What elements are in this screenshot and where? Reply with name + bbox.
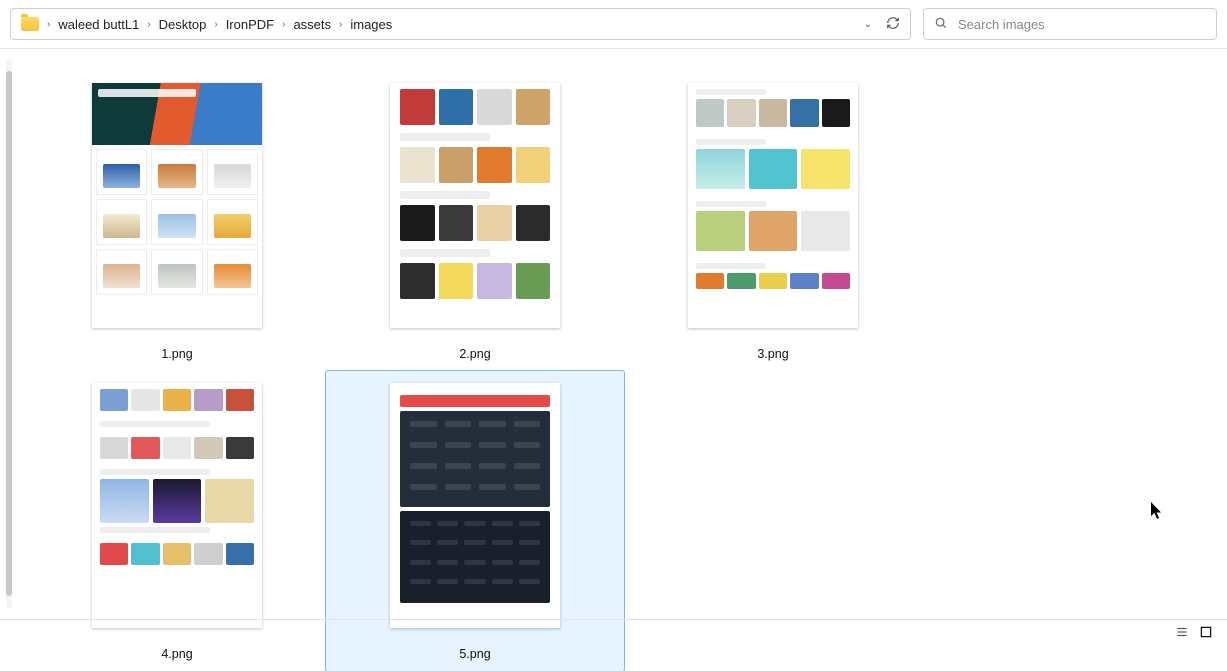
chevron-right-icon: › [282, 19, 285, 30]
chevron-right-icon: › [214, 19, 217, 30]
file-label: 2.png [459, 347, 490, 361]
refresh-button[interactable] [886, 16, 900, 33]
file-item-3[interactable]: 3.png [624, 71, 922, 371]
thumbnail [390, 83, 560, 328]
scrollbar[interactable] [6, 59, 12, 608]
file-label: 3.png [757, 347, 788, 361]
chevron-right-icon: › [339, 19, 342, 30]
breadcrumb-desktop[interactable]: Desktop [159, 17, 207, 32]
file-grid[interactable]: 1.png 2.png [12, 49, 1227, 618]
file-item-1[interactable]: 1.png [28, 71, 326, 371]
thumbnail [92, 383, 262, 628]
file-label: 4.png [161, 647, 192, 661]
file-label: 1.png [161, 347, 192, 361]
content-area: 1.png 2.png [0, 49, 1227, 618]
thumbnails-view-button[interactable] [1199, 625, 1213, 642]
chevron-right-icon: › [147, 19, 150, 30]
file-label: 5.png [459, 647, 490, 661]
thumbnail [688, 83, 858, 328]
breadcrumb-images[interactable]: images [350, 17, 392, 32]
search-icon [934, 16, 948, 33]
breadcrumb-assets[interactable]: assets [293, 17, 331, 32]
chevron-right-icon: › [47, 19, 50, 30]
thumbnail [390, 383, 560, 628]
chevron-down-icon[interactable]: ⌄ [864, 19, 872, 30]
breadcrumb-ironpdf[interactable]: IronPDF [226, 17, 274, 32]
thumbnail [92, 83, 262, 328]
search-input[interactable] [958, 17, 1206, 32]
status-bar [0, 619, 1227, 647]
breadcrumb-bar[interactable]: › waleed buttL1 › Desktop › IronPDF › as… [10, 8, 911, 40]
address-toolbar: › waleed buttL1 › Desktop › IronPDF › as… [0, 0, 1227, 49]
breadcrumb: waleed buttL1 › Desktop › IronPDF › asse… [58, 17, 855, 32]
breadcrumb-waleed[interactable]: waleed buttL1 [58, 17, 139, 32]
file-item-2[interactable]: 2.png [326, 71, 624, 371]
search-box[interactable] [923, 8, 1217, 40]
details-view-button[interactable] [1175, 625, 1189, 642]
folder-icon [21, 17, 39, 31]
